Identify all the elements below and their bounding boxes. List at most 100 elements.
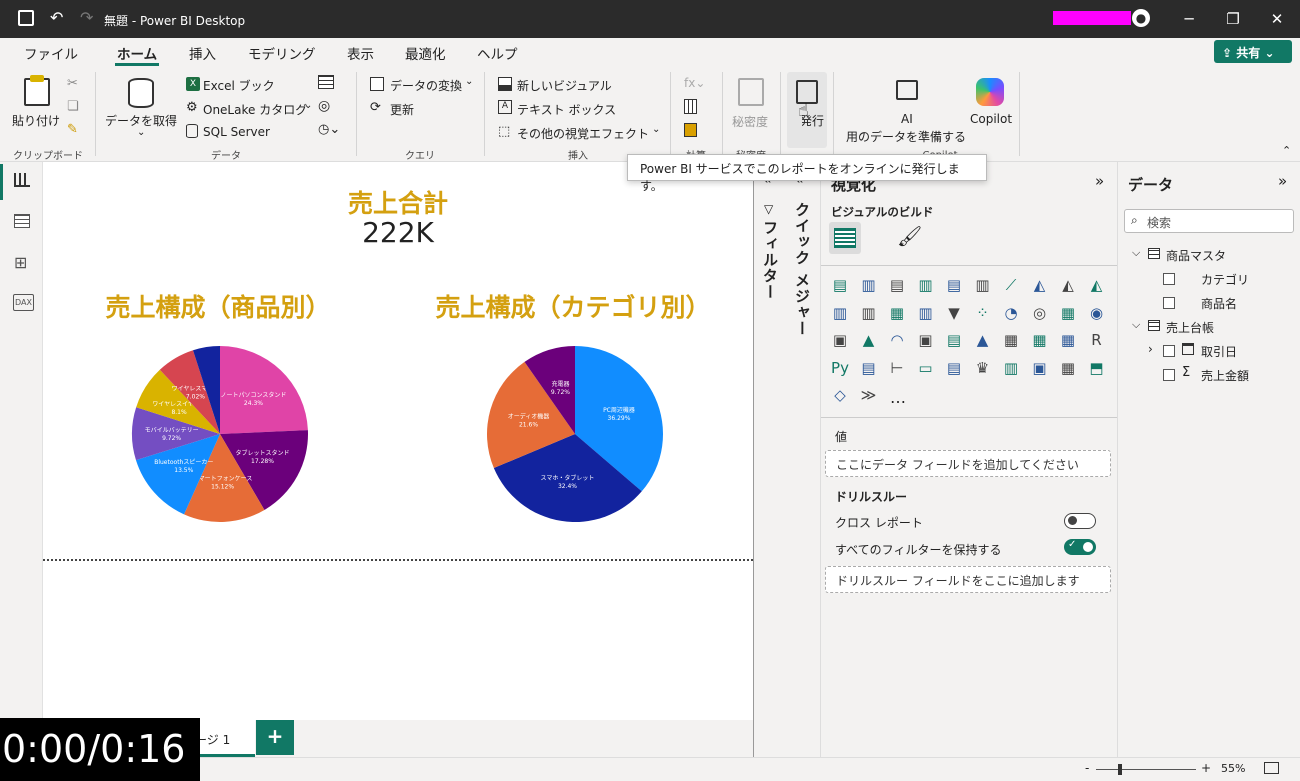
chevron-right-icon[interactable]: › <box>1148 342 1153 356</box>
publish-button[interactable]: 発行 <box>802 112 824 129</box>
model-view-icon[interactable]: ⊞ <box>14 253 27 272</box>
line-clustered-column-icon[interactable]: ▥ <box>858 302 880 324</box>
report-canvas[interactable]: 売上合計 222K 売上構成（商品別） 売上構成（カテゴリ別） ノートパソコンス… <box>43 162 753 720</box>
fit-to-page-icon[interactable] <box>1264 762 1279 774</box>
prep-data-for-ai-button[interactable]: 用のデータを準備する <box>846 128 966 145</box>
qa-icon[interactable]: ▭ <box>915 357 937 379</box>
100-stacked-column-icon[interactable]: ▥ <box>972 274 994 296</box>
table-view-icon[interactable] <box>14 214 30 228</box>
clustered-column-chart-icon[interactable]: ▥ <box>915 274 937 296</box>
sql-server-button[interactable]: SQL Server <box>203 125 270 139</box>
dax-query-view-icon[interactable]: DAX <box>13 294 34 311</box>
zoom-slider-thumb[interactable] <box>1118 764 1122 775</box>
textbox-button[interactable]: テキスト ボックス <box>517 101 616 118</box>
quick-measure-pane-collapsed[interactable]: « クイック メジャー <box>786 162 820 757</box>
menu-home[interactable]: ホーム <box>117 43 157 63</box>
sensitivity-button[interactable]: 秘密度 <box>732 113 768 130</box>
new-visual-button[interactable]: 新しいビジュアル <box>517 77 612 94</box>
enter-data-icon[interactable] <box>318 75 334 89</box>
treemap-icon[interactable]: ▦ <box>1057 302 1079 324</box>
field-sales-amount[interactable]: 売上金額 <box>1201 367 1249 384</box>
pie-chart-categories[interactable]: PC周辺機器36.29% スマホ・タブレット32.4% オーディオ機器21.6% 充電… <box>475 334 675 534</box>
filter-pane-collapsed[interactable]: « ▽ フィルター <box>753 162 786 757</box>
excel-button[interactable]: Excel ブック <box>203 77 275 94</box>
redo-icon[interactable]: ↷ <box>80 8 93 27</box>
zoom-slider[interactable] <box>1096 764 1196 775</box>
menu-file[interactable]: ファイル <box>24 43 78 63</box>
field-checkbox[interactable] <box>1163 369 1175 381</box>
paste-button[interactable]: 貼り付け <box>12 112 60 129</box>
collapse-ribbon-icon[interactable]: ⌃ <box>1282 144 1291 157</box>
scatter-chart-icon[interactable]: ⁘ <box>972 302 994 324</box>
metrics-icon[interactable]: ♛ <box>972 357 994 379</box>
menu-help[interactable]: ヘルプ <box>477 43 518 63</box>
pie-slice[interactable] <box>220 346 308 434</box>
multi-row-card-icon[interactable]: ▤ <box>943 329 965 351</box>
kpi-icon[interactable]: ▲ <box>972 329 994 351</box>
search-box[interactable]: ⌕ 検索 <box>1124 209 1294 233</box>
account-name-redacted[interactable] <box>1053 11 1131 25</box>
copilot-button[interactable]: Copilot <box>970 112 1012 126</box>
close-button[interactable]: ✕ <box>1254 0 1300 38</box>
table-icon[interactable]: ▦ <box>1029 329 1051 351</box>
stacked-column-chart-icon[interactable]: ▥ <box>858 274 880 296</box>
more-visuals-button[interactable]: その他の視覚エフェクト <box>517 125 649 142</box>
refresh-button[interactable]: 更新 <box>390 101 414 118</box>
funnel-chart-icon[interactable]: ▼ <box>943 302 965 324</box>
chevron-down-icon[interactable]: ⌵ <box>1132 246 1140 260</box>
drillthrough-drop-zone[interactable]: ドリルスルー フィールドをここに追加します <box>825 566 1111 593</box>
copy-icon[interactable]: ❏ <box>67 99 79 114</box>
decomposition-tree-icon[interactable]: ⊢ <box>886 357 908 379</box>
donut-chart-icon[interactable]: ◎ <box>1029 302 1051 324</box>
power-apps-icon[interactable]: ◇ <box>829 384 851 406</box>
smart-narrative-icon[interactable]: ▤ <box>943 357 965 379</box>
field-checkbox[interactable] <box>1163 273 1175 285</box>
key-influencers-icon[interactable]: ▤ <box>858 357 880 379</box>
chevron-down-icon[interactable]: ⌵ <box>1132 318 1140 332</box>
card-icon[interactable]: ▣ <box>915 329 937 351</box>
build-visual-tab[interactable] <box>829 222 861 254</box>
gauge-icon[interactable]: ◠ <box>886 329 908 351</box>
azure-map-icon[interactable]: ▲ <box>858 329 880 351</box>
line-chart-icon[interactable]: ⟋ <box>1000 274 1022 296</box>
waterfall-chart-icon[interactable]: ▥ <box>915 302 937 324</box>
minimize-button[interactable]: ─ <box>1166 0 1212 38</box>
stacked-area-icon[interactable]: ◭ <box>1057 274 1079 296</box>
zoom-level[interactable]: 55% <box>1221 762 1245 775</box>
menu-modeling[interactable]: モデリング <box>248 43 316 63</box>
new-measure-icon[interactable]: fx⌄ <box>684 76 705 90</box>
python-visual-icon[interactable]: Py <box>829 357 851 379</box>
power-automate-icon[interactable]: ≫ <box>858 384 880 406</box>
transform-data-button[interactable]: データの変換 <box>390 77 462 94</box>
clustered-bar-chart-icon[interactable]: ▤ <box>886 274 908 296</box>
matrix-icon[interactable]: ▦ <box>1057 329 1079 351</box>
collapse-visualizations-icon[interactable]: » <box>1095 172 1104 190</box>
menu-view[interactable]: 表示 <box>347 43 374 63</box>
filled-map-icon[interactable]: ▣ <box>829 329 851 351</box>
stacked-bar-chart-icon[interactable]: ▤ <box>829 274 851 296</box>
format-painter-icon[interactable]: ✎ <box>67 122 78 137</box>
azure-maps-icon[interactable]: ⬒ <box>1086 357 1108 379</box>
zoom-out-button[interactable]: - <box>1085 761 1089 775</box>
cross-report-toggle[interactable] <box>1064 513 1096 529</box>
onelake-button[interactable]: OneLake カタログ <box>203 101 307 118</box>
dataverse-icon[interactable]: ◎ <box>318 98 330 114</box>
ribbon-chart-icon[interactable]: ▦ <box>886 302 908 324</box>
new-card-icon[interactable]: ▣ <box>1029 357 1051 379</box>
save-icon[interactable] <box>18 10 34 26</box>
values-drop-zone[interactable]: ここにデータ フィールドを追加してください <box>825 450 1111 477</box>
100-stacked-bar-icon[interactable]: ▤ <box>943 274 965 296</box>
maximize-button[interactable]: ❐ <box>1210 0 1256 38</box>
format-visual-tab[interactable]: 🖌 <box>897 224 922 248</box>
field-category[interactable]: カテゴリ <box>1201 271 1249 288</box>
undo-icon[interactable]: ↶ <box>50 8 63 27</box>
keep-filters-toggle[interactable]: ✓ <box>1064 539 1096 555</box>
100-stacked-area-icon[interactable]: ◭ <box>1086 274 1108 296</box>
paginated-report-icon[interactable]: ▥ <box>1000 357 1022 379</box>
line-stacked-column-icon[interactable]: ▥ <box>829 302 851 324</box>
add-page-button[interactable]: + <box>256 720 294 755</box>
slicer-icon[interactable]: ▦ <box>1000 329 1022 351</box>
pie-chart-products[interactable]: ノートパソコンスタンド24.3% タブレットスタンド17.28% スマートフォンケー… <box>120 334 320 534</box>
more-visuals-ellipsis[interactable]: … <box>890 388 906 407</box>
quick-measure-icon[interactable] <box>684 99 697 114</box>
